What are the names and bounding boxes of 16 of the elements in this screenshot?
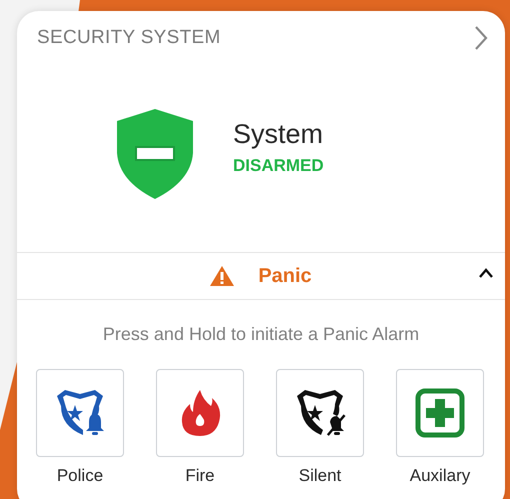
card-title: SECURITY SYSTEM <box>37 27 221 49</box>
panic-button-label: Silent <box>298 466 342 486</box>
system-label: System <box>233 119 324 150</box>
panic-button-label: Auxilary <box>410 466 470 486</box>
chevron-right-icon[interactable] <box>474 25 488 51</box>
system-state: DISARMED <box>233 156 324 176</box>
medical-cross-icon <box>413 386 467 440</box>
panic-button-label: Police <box>56 466 104 486</box>
panic-button-label: Fire <box>185 466 215 486</box>
panic-header[interactable]: Panic <box>17 252 505 300</box>
panic-title: Panic <box>258 264 312 288</box>
warning-icon <box>210 266 234 286</box>
caret-up-icon[interactable] <box>479 268 493 278</box>
panic-button[interactable] <box>36 369 124 457</box>
panic-button[interactable] <box>276 369 364 457</box>
panic-instruction: Press and Hold to initiate a Panic Alarm <box>102 324 420 345</box>
